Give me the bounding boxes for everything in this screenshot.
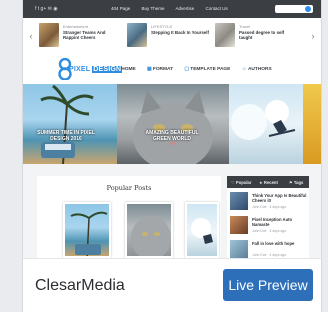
social-icons[interactable]: f t g+ ✉ ◉ [35,6,58,12]
sidebar-post-meta: John Doe · 4 days ago [252,205,287,209]
top-bar: f t g+ ✉ ◉ 404 Page Buy Theme Advertise … [23,0,321,18]
ticker-category: LIFESTYLE [151,24,173,29]
sidebar-tabs: ♡ Popular ★ Recent ⚑ Tags [227,176,309,188]
nav-authors[interactable]: ☺ AUTHORS [242,67,272,72]
sidebar-widget: ♡ Popular ★ Recent ⚑ Tags Think Your App… [227,176,309,258]
grid-icon: ▦ [147,67,152,72]
live-preview-button[interactable]: Live Preview [223,269,313,301]
search-input[interactable] [275,5,313,13]
sidebar-post-meta: John Doe · 4 days ago [252,229,287,233]
tab-popular[interactable]: ♡ Popular [231,180,252,185]
theme-screenshot[interactable]: f t g+ ✉ ◉ 404 Page Buy Theme Advertise … [23,0,321,258]
tab-popular-label: Popular [235,180,252,185]
ticker-item[interactable]: Entertainment Stranger Teams And Rappin!… [39,23,119,51]
top-nav-advertise[interactable]: Advertise [176,6,195,11]
ticker-next-icon[interactable]: › [309,29,317,43]
tab-recent[interactable]: ★ Recent [259,180,278,185]
nav-template-label: TEMPLATE PAGE [190,67,231,72]
nav-home[interactable]: ⌂ HOME [117,67,136,72]
slide-snow[interactable] [229,84,303,164]
featured-slider: SUMMER TIME IN PIXEL DESIGN 2016 AMAZING… [23,84,321,164]
sidebar-post[interactable]: Pixel Inception Auto Namaste John Doe · … [230,216,308,238]
sidebar-post-thumb [230,216,248,234]
ticker-category: Entertainment [63,24,88,29]
ticker-prev-icon[interactable]: ‹ [27,29,35,43]
sidebar-post[interactable]: Fall in love with hope John Doe · 4 days… [230,240,308,258]
logo-pixel: PIXEL [69,66,91,73]
nav-authors-label: AUTHORS [247,67,272,72]
sidebar-post-thumb [230,192,248,210]
top-nav-contact[interactable]: Contact Us [206,6,228,11]
popular-posts-panel: Popular Posts [37,176,221,258]
sidebar-post-meta: John Doe · 4 days ago [252,253,287,257]
nav-format[interactable]: ▦ FORMAT [147,67,173,72]
theme-card: f t g+ ✉ ◉ 404 Page Buy Theme Advertise … [22,0,322,312]
sidebar-post-title: Pixel Inception Auto Namaste [252,217,293,227]
popular-post-thumb[interactable] [125,202,173,258]
ticker-item[interactable]: LIFESTYLE Stepping It Back In Yourself [127,23,209,51]
sidebar-post-thumb [230,240,248,258]
users-icon: ☺ [241,67,247,72]
page-icon: ▢ [184,67,189,72]
home-icon: ⌂ [117,67,120,72]
nav-format-label: FORMAT [152,67,174,72]
sidebar-post-title: Fall in love with hope [252,241,295,246]
slide-palm-van[interactable]: SUMMER TIME IN PIXEL DESIGN 2016 [23,84,117,164]
ticker-thumb [39,23,59,47]
sidebar-post[interactable]: Think Your App Is Beautiful Cheers it! J… [230,192,308,214]
ticker-title: Stranger Teams And Rappin! Cheers [63,30,106,41]
site-logo[interactable]: PIXEL DESIGN [69,66,123,73]
tab-tags[interactable]: ⚑ Tags [289,180,303,185]
content-area: Popular Posts ♡ Popular ★ Recent ⚑ Tags [23,164,321,258]
ticker-category: Travel [239,24,250,29]
top-nav-404[interactable]: 404 Page [111,6,130,11]
slide-cat[interactable]: AMAZING BEAUTIFUL GREEN WORLD [117,84,229,164]
ticker-title: Stepping It Back In Yourself [151,30,209,35]
slide-partial[interactable] [303,84,321,164]
news-ticker: ‹ Entertainment Stranger Teams And Rappi… [23,20,321,54]
top-nav-buy-theme[interactable]: Buy Theme [142,6,165,11]
main-nav: ⌂ HOME ▦ FORMAT ▢ TEMPLATE PAGE ☺ AUTHOR… [117,67,282,72]
popular-posts-title: Popular Posts [106,184,152,192]
popular-post-thumb[interactable] [63,202,111,258]
ticker-thumb [127,23,147,47]
slide-caption[interactable]: SUMMER TIME IN PIXEL DESIGN 2016 [31,130,101,142]
ticker-thumb [215,23,235,47]
site-header: PIXEL DESIGN ⌂ HOME ▦ FORMAT ▢ TEMPLATE … [23,57,321,82]
ticker-title: Passed degree to self taught [239,30,285,41]
slide-caption[interactable]: AMAZING BEAUTIFUL GREEN WORLD [137,130,207,142]
author-name[interactable]: ClesarMedia [35,277,125,295]
top-nav: 404 Page Buy Theme Advertise Contact Us [111,6,238,11]
tab-tags-label: Tags [293,180,304,185]
ticker-item[interactable]: Travel Passed degree to self taught [215,23,295,51]
card-footer: ClesarMedia Live Preview [23,258,321,312]
nav-home-label: HOME [121,67,136,72]
nav-template-page[interactable]: ▢ TEMPLATE PAGE [184,67,230,72]
search-icon[interactable] [305,6,311,12]
tab-recent-label: Recent [263,180,278,185]
popular-post-thumb[interactable] [185,202,219,258]
sidebar-post-title: Think Your App Is Beautiful Cheers it! [252,193,307,203]
